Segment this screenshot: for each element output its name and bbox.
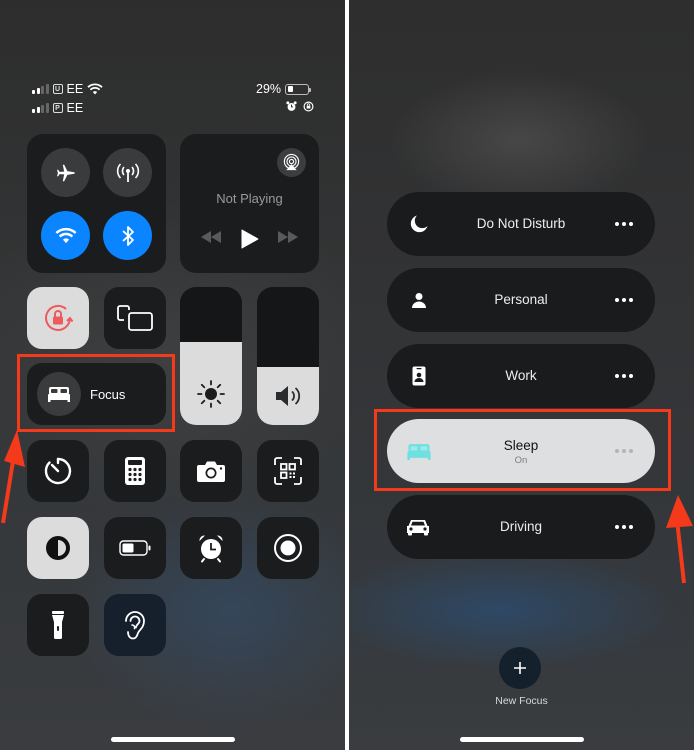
camera-icon (197, 461, 225, 482)
cellular-data-toggle[interactable] (103, 148, 152, 197)
wifi-toggle[interactable] (41, 211, 90, 260)
home-indicator[interactable] (460, 737, 584, 742)
rewind-icon (201, 231, 221, 243)
plus-icon (514, 662, 526, 674)
screen-recording-button[interactable] (257, 517, 319, 579)
brightness-slider[interactable] (180, 287, 242, 425)
bluetooth-toggle[interactable] (103, 211, 152, 260)
airplay-button[interactable] (277, 148, 306, 177)
record-icon (274, 534, 302, 562)
carrier-label: EE (66, 101, 84, 115)
orientation-lock-toggle[interactable] (27, 287, 89, 349)
camera-button[interactable] (180, 440, 242, 502)
low-power-mode-toggle[interactable] (104, 517, 166, 579)
carrier-label: EE (66, 82, 84, 96)
status-line-1: U EE (32, 82, 103, 96)
dark-mode-toggle[interactable] (27, 517, 89, 579)
control-center-panel: U EE P EE 29% Not Playing Focus (0, 0, 345, 750)
speaker-icon (276, 386, 301, 406)
calculator-icon (125, 457, 145, 485)
antenna-icon (116, 162, 139, 182)
annotation-arrow (666, 495, 693, 584)
airplane-icon (56, 164, 75, 181)
airplay-icon (283, 153, 300, 171)
screen-mirroring-button[interactable] (104, 287, 166, 349)
airplane-mode-toggle[interactable] (41, 148, 90, 197)
sim-badge: U (52, 84, 63, 94)
fast-forward-button[interactable] (277, 230, 299, 249)
code-scanner-button[interactable] (257, 440, 319, 502)
sun-icon (197, 380, 225, 408)
focus-panel: Do Not Disturb Personal Work Sleep On Dr… (349, 0, 694, 750)
status-icons-2 (286, 101, 314, 112)
battery-percent: 29% (256, 82, 282, 96)
connectivity-module (27, 134, 166, 273)
flashlight-button[interactable] (27, 594, 89, 656)
play-icon (241, 229, 259, 249)
screen-mirroring-icon (117, 305, 153, 331)
battery-level (287, 86, 294, 92)
new-focus-label: New Focus (495, 695, 548, 707)
battery-icon (285, 83, 312, 95)
bluetooth-icon (121, 225, 134, 246)
timer-button[interactable] (27, 440, 89, 502)
more-options-button[interactable] (615, 222, 633, 226)
home-indicator[interactable] (111, 737, 235, 742)
alarm-icon (286, 101, 297, 111)
volume-icon-wrap (257, 383, 319, 409)
timer-icon (44, 457, 72, 485)
signal-icon (32, 103, 49, 113)
brightness-icon-wrap (180, 379, 242, 409)
focus-mode-personal[interactable]: Personal (387, 268, 655, 332)
new-focus-button[interactable] (499, 647, 541, 689)
rewind-button[interactable] (200, 230, 222, 249)
play-button[interactable] (241, 229, 259, 254)
sleep-highlight-box (374, 409, 671, 491)
fast-forward-icon (278, 231, 298, 243)
more-options-button[interactable] (615, 298, 633, 302)
wifi-icon (55, 227, 76, 244)
annotation-arrow (1, 430, 25, 524)
focus-highlight-box (17, 354, 175, 432)
ear-icon (125, 611, 145, 640)
now-playing-module[interactable]: Not Playing (180, 134, 319, 273)
wifi-icon (87, 83, 103, 95)
alarm-icon (199, 535, 223, 563)
focus-mode-do-not-disturb[interactable]: Do Not Disturb (387, 192, 655, 256)
flashlight-icon (52, 611, 64, 640)
calculator-button[interactable] (104, 440, 166, 502)
hearing-button[interactable] (104, 594, 166, 656)
volume-slider[interactable] (257, 287, 319, 425)
more-options-button[interactable] (615, 374, 633, 378)
dark-mode-icon (46, 536, 70, 560)
now-playing-title: Not Playing (216, 191, 283, 206)
focus-mode-driving[interactable]: Driving (387, 495, 655, 559)
signal-icon (32, 84, 49, 94)
sim-badge: P (52, 103, 63, 113)
qr-code-icon (274, 457, 302, 485)
battery-status: 29% (256, 82, 312, 96)
more-options-button[interactable] (615, 525, 633, 529)
battery-icon (119, 540, 151, 556)
orientation-lock-icon (303, 101, 314, 112)
status-line-2: P EE (32, 101, 83, 115)
alarm-button[interactable] (180, 517, 242, 579)
orientation-lock-icon (45, 304, 74, 331)
focus-mode-work[interactable]: Work (387, 344, 655, 408)
